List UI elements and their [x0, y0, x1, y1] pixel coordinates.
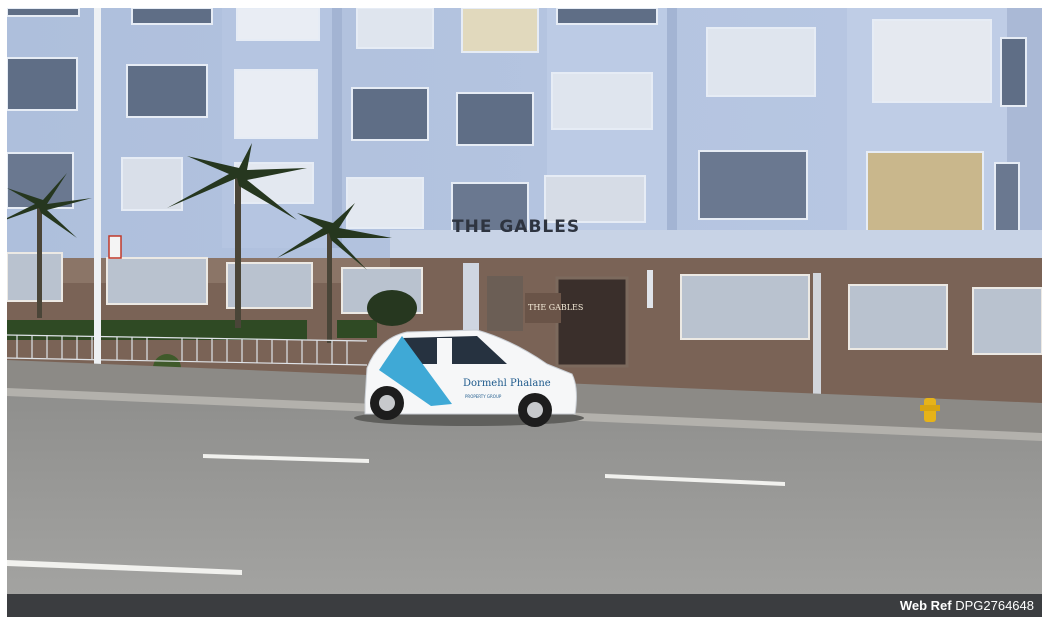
- photo-footer-bar: Web Ref DPG2764648: [7, 594, 1042, 617]
- web-ref-value: DPG2764648: [955, 598, 1034, 613]
- car-tagline: PROPERTY GROUP: [465, 394, 502, 399]
- street-sign-pole: [94, 8, 101, 384]
- entrance-door: [555, 276, 629, 368]
- web-reference: Web Ref DPG2764648: [900, 598, 1034, 613]
- car-brand: Dormehl Phalane: [463, 378, 551, 389]
- entrance-sign: THE GABLES: [528, 303, 583, 312]
- listing-photo[interactable]: THE GABLES THE GABLES Dormehl Phalane PR…: [7, 8, 1042, 594]
- street-scene: THE GABLES THE GABLES Dormehl Phalane PR…: [7, 8, 1042, 594]
- web-ref-label: Web Ref: [899, 598, 952, 613]
- building-sign: THE GABLES: [452, 217, 580, 237]
